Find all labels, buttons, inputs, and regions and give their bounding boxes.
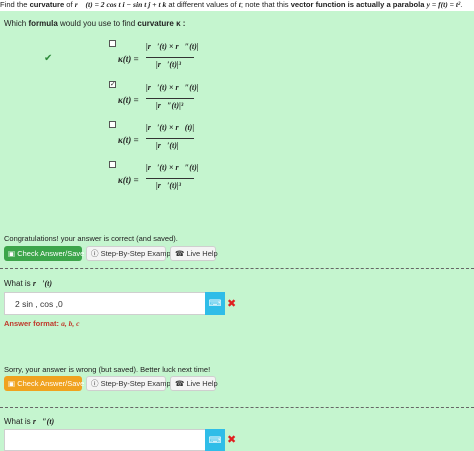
question-text: What is — [4, 417, 33, 426]
formula-denominator: |r⃗′(t)|³ — [156, 181, 182, 190]
save-icon: ▣ — [8, 249, 16, 258]
phone-icon: ☎ — [175, 379, 185, 388]
curvature-formula: κ(t) = |r⃗′(t) × r⃗″(t)| |r⃗′(t)|³ — [118, 41, 208, 79]
option-checkbox[interactable]: ✓ — [109, 81, 116, 88]
live-help-button[interactable]: ☎ Live Help — [170, 246, 218, 261]
answer-input[interactable]: 2 sin , cos ,0 — [4, 292, 206, 315]
question-bold: curvature κ : — [137, 19, 186, 28]
fraction-bar — [146, 57, 194, 58]
check-answer-button[interactable]: ▣ Check Answer/Save — [4, 246, 85, 261]
formula-numerator: |r⃗′(t) × r⃗″(t)| — [146, 83, 199, 92]
fraction-bar — [146, 178, 194, 179]
formula-denominator: |r⃗′(t)|³ — [156, 60, 182, 69]
option-checkbox[interactable] — [109, 161, 116, 168]
format-label: Answer format: — [4, 319, 62, 328]
format-value: a, b, c — [61, 319, 80, 328]
fraction-bar — [146, 138, 194, 139]
parabola-equation: y = f(t) = t² — [426, 0, 461, 9]
info-icon: ⓘ — [91, 379, 99, 388]
curvature-formula: κ(t) = |r⃗′(t) × r⃗(t)| |r⃗′(t)| — [118, 122, 208, 160]
statement-text: Find the — [0, 0, 30, 9]
feedback-correct: Congratulations! your answer is correct … — [4, 234, 178, 243]
section-divider — [0, 407, 474, 408]
option-checkbox[interactable] — [109, 121, 116, 128]
question-expression: r⃗′(t) — [32, 279, 53, 288]
correct-check-icon: ✔ — [44, 53, 53, 64]
formula-numerator: |r⃗′(t) × r⃗″(t)| — [146, 163, 199, 172]
statement-bold: vector function is actually a parabola — [290, 0, 425, 9]
button-label: Check Answer/Save — [17, 379, 85, 388]
save-icon: ▣ — [8, 379, 16, 388]
statement-text: of — [64, 0, 75, 9]
question-bold: formula — [28, 19, 58, 28]
step-by-step-button[interactable]: ⓘ Step-By-Step Example — [86, 376, 176, 391]
answer-input[interactable] — [4, 429, 206, 451]
answer-format: Answer format: a, b, c — [4, 319, 79, 328]
statement-text: at different values of — [166, 0, 239, 9]
check-answer-button[interactable]: ▣ Check Answer/Save — [4, 376, 85, 391]
answer-value: 2 sin , cos ,0 — [15, 299, 63, 309]
formula-denominator: |r⃗″(t)|³ — [156, 101, 184, 110]
live-help-button[interactable]: ☎ Live Help — [170, 376, 218, 391]
phone-icon: ☎ — [175, 249, 185, 258]
wrong-x-icon: ✖ — [227, 298, 237, 310]
question-text: What is — [4, 279, 33, 288]
question-expression: r⃗″(t) — [32, 417, 55, 426]
button-label: Step-By-Step Example — [100, 379, 177, 388]
button-label: Step-By-Step Example — [100, 249, 177, 258]
button-label: Check Answer/Save — [17, 249, 85, 258]
vector-function: r⃗ (t) = 2 cos t i − sin t j + t k — [74, 0, 167, 9]
question-acceleration: What is r⃗″(t) — [4, 417, 54, 426]
keyboard-icon[interactable]: ⌨ — [205, 292, 225, 315]
keyboard-icon[interactable]: ⌨ — [205, 429, 225, 451]
question-text: Which — [4, 19, 29, 28]
wrong-x-icon: ✖ — [227, 434, 237, 446]
curvature-formula: κ(t) = |r⃗′(t) × r⃗″(t)| |r⃗′(t)|³ — [118, 162, 208, 200]
formula-lhs: κ(t) = — [118, 54, 139, 64]
problem-statement: Find the curvature of r⃗ (t) = 2 cos t i… — [0, 0, 474, 11]
formula-lhs: κ(t) = — [118, 135, 139, 145]
formula-lhs: κ(t) = — [118, 95, 139, 105]
formula-lhs: κ(t) = — [118, 175, 139, 185]
formula-numerator: |r⃗′(t) × r⃗″(t)| — [146, 42, 199, 51]
curvature-formula: κ(t) = |r⃗′(t) × r⃗″(t)| |r⃗″(t)|³ — [118, 82, 208, 120]
statement-bold: curvature — [29, 0, 65, 9]
question-text: would you use to find — [57, 19, 138, 28]
statement-text: ; note that this — [240, 0, 291, 9]
statement-text: . — [460, 0, 463, 9]
option-checkbox[interactable] — [109, 40, 116, 47]
section-divider — [0, 268, 474, 269]
button-label: Live Help — [186, 379, 218, 388]
formula-numerator: |r⃗′(t) × r⃗(t)| — [146, 123, 195, 132]
fraction-bar — [146, 98, 194, 99]
feedback-wrong: Sorry, your answer is wrong (but saved).… — [4, 365, 211, 374]
info-icon: ⓘ — [91, 249, 99, 258]
button-label: Live Help — [186, 249, 218, 258]
formula-denominator: |r⃗′(t)| — [156, 141, 179, 150]
step-by-step-button[interactable]: ⓘ Step-By-Step Example — [86, 246, 176, 261]
question-velocity: What is r⃗′(t) — [4, 279, 52, 288]
question-formula: Which formula would you use to find curv… — [4, 19, 185, 28]
